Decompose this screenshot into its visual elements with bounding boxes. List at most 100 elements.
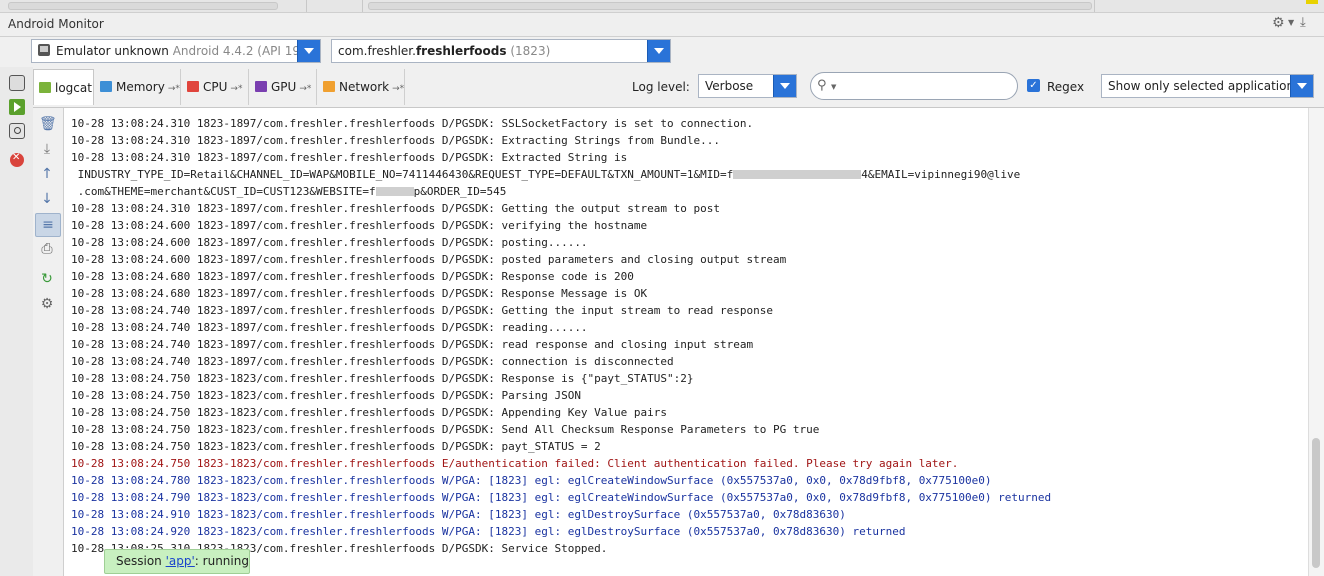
log-text: 10-28 13:08:24.750 1823-1823/com.freshle… [71, 457, 959, 470]
log-level-value: Verbose [705, 79, 754, 93]
log-text: 10-28 13:08:24.680 1823-1897/com.freshle… [71, 270, 634, 283]
device-row: Emulator unknown Android 4.4.2 (API 19) … [0, 37, 1324, 67]
log-line: 10-28 13:08:24.740 1823-1897/com.freshle… [71, 336, 753, 353]
log-text: 10-28 13:08:24.750 1823-1823/com.freshle… [71, 389, 581, 402]
log-line: 10-28 13:08:24.310 1823-1897/com.freshle… [71, 149, 627, 166]
tab-cpu[interactable]: CPU →* [181, 69, 249, 105]
screen-record-icon[interactable] [9, 123, 25, 139]
memory-icon [100, 81, 112, 92]
device-dropdown[interactable]: Emulator unknown Android 4.4.2 (API 19) [31, 39, 321, 63]
network-icon [323, 81, 335, 92]
process-pid: (1823) [510, 44, 551, 58]
tab-label: Network [339, 80, 390, 94]
emulator-icon [38, 44, 50, 56]
editor-scrollbar-right[interactable] [368, 2, 1092, 10]
top-strip [0, 0, 1324, 13]
tab-memory[interactable]: Memory →* [94, 69, 181, 105]
logcat-output[interactable]: 10-28 13:08:24.310 1823-1897/com.freshle… [64, 108, 1308, 576]
down-arrow-icon[interactable]: ↓ [39, 191, 55, 207]
tab-label: Memory [116, 80, 165, 94]
log-text: 10-28 13:08:24.750 1823-1823/com.freshle… [71, 372, 694, 385]
session-app-link[interactable]: 'app' [166, 554, 195, 568]
chevron-down-icon[interactable] [773, 75, 796, 97]
pin-icon[interactable]: →* [168, 84, 180, 94]
divider [362, 0, 363, 12]
pin-icon[interactable]: →* [230, 84, 242, 94]
log-line: 10-28 13:08:24.600 1823-1897/com.freshle… [71, 251, 786, 268]
divider [306, 0, 307, 12]
log-text: 4&EMAIL=vipinnegi90@live [861, 168, 1021, 181]
log-text: 10-28 13:08:24.750 1823-1823/com.freshle… [71, 406, 668, 419]
chevron-down-icon[interactable] [647, 40, 670, 62]
log-line: 10-28 13:08:24.310 1823-1897/com.freshle… [71, 132, 720, 149]
divider [1094, 0, 1095, 12]
tool-window-title-bar: Android Monitor ⚙ ▼ ⤓ [0, 13, 1324, 37]
tab-network[interactable]: Network →* [317, 69, 405, 105]
session-prefix: Session [116, 554, 166, 568]
monitor-tab-row: logcat Memory →* CPU →* GPU →* Network →* Lo… [33, 67, 1324, 108]
log-line: 10-28 13:08:24.740 1823-1897/com.freshle… [71, 353, 674, 370]
chevron-down-icon[interactable]: ▼ [831, 83, 836, 91]
settings-icon[interactable]: ⚙ [39, 296, 55, 312]
log-vertical-scrollbar[interactable] [1308, 108, 1324, 576]
soft-wrap-icon[interactable]: ≡ [35, 213, 61, 237]
chevron-down-icon[interactable] [1290, 75, 1313, 97]
log-text: 10-28 13:08:24.680 1823-1897/com.freshle… [71, 287, 648, 300]
log-text: 10-28 13:08:24.600 1823-1897/com.freshle… [71, 219, 648, 232]
log-text: 10-28 13:08:24.600 1823-1897/com.freshle… [71, 253, 787, 266]
log-line: .com&THEME=merchant&CUST_ID=CUST123&WEBS… [71, 183, 507, 200]
log-text: 10-28 13:08:24.910 1823-1823/com.freshle… [71, 508, 846, 521]
log-text: 10-28 13:08:24.750 1823-1823/com.freshle… [71, 423, 820, 436]
gpu-icon [255, 81, 267, 92]
device-version: Android 4.4.2 (API 19) [172, 44, 305, 58]
scrollbar-thumb[interactable] [1312, 438, 1320, 568]
log-text: 10-28 13:08:24.740 1823-1897/com.freshle… [71, 338, 754, 351]
session-suffix: : running [194, 554, 249, 568]
camera-icon[interactable] [9, 75, 25, 91]
trash-icon[interactable]: 🗑 [39, 116, 57, 132]
chevron-down-icon[interactable] [297, 40, 320, 62]
left-sidebar [0, 67, 34, 576]
editor-marker [1306, 0, 1318, 4]
log-line: 10-28 13:08:24.750 1823-1823/com.freshle… [71, 404, 667, 421]
regex-label: Regex [1047, 80, 1085, 94]
log-line: 10-28 13:08:24.680 1823-1897/com.freshle… [71, 268, 634, 285]
log-line: 10-28 13:08:24.920 1823-1823/com.freshle… [71, 523, 905, 540]
play-icon[interactable] [9, 99, 25, 115]
log-text: 10-28 13:08:24.310 1823-1897/com.freshle… [71, 151, 628, 164]
scroll-to-end-icon[interactable]: ⤓ [39, 141, 55, 157]
log-line: 10-28 13:08:24.310 1823-1897/com.freshle… [71, 115, 753, 132]
regex-checkbox[interactable]: ✓ [1027, 79, 1040, 92]
log-line: 10-28 13:08:24.750 1823-1823/com.freshle… [71, 370, 694, 387]
log-line: 10-28 13:08:24.750 1823-1823/com.freshle… [71, 455, 958, 472]
tab-label: logcat [55, 81, 92, 95]
app-filter-value: Show only selected application [1108, 79, 1295, 93]
print-icon[interactable]: ⎙ [39, 241, 55, 257]
process-dropdown[interactable]: com.freshler.freshlerfoods (1823) [331, 39, 671, 63]
up-arrow-icon[interactable]: ↑ [39, 166, 55, 182]
app-filter-dropdown[interactable]: Show only selected application [1101, 74, 1314, 98]
restart-icon[interactable]: ↻ [39, 271, 55, 287]
chevron-down-icon[interactable]: ▼ [1288, 18, 1294, 27]
tab-label: CPU [203, 80, 228, 94]
hide-window-icon[interactable]: ⤓ [1300, 15, 1306, 30]
redacted-block [733, 170, 862, 179]
tab-gpu[interactable]: GPU →* [249, 69, 317, 105]
editor-scrollbar-left[interactable] [8, 2, 278, 10]
package-name: freshlerfoods [415, 44, 507, 58]
gear-icon[interactable]: ⚙ [1272, 15, 1285, 31]
device-dropdown-value: Emulator unknown Android 4.4.2 (API 19) [38, 44, 305, 58]
pin-icon[interactable]: →* [299, 84, 311, 94]
log-line: 10-28 13:08:24.910 1823-1823/com.freshle… [71, 506, 846, 523]
log-text: 10-28 13:08:24.740 1823-1897/com.freshle… [71, 321, 588, 334]
pin-icon[interactable]: →* [392, 84, 404, 94]
log-text: INDUSTRY_TYPE_ID=Retail&CHANNEL_ID=WAP&M… [71, 168, 734, 181]
process-dropdown-value: com.freshler.freshlerfoods (1823) [338, 44, 550, 58]
log-line: 10-28 13:08:24.310 1823-1897/com.freshle… [71, 200, 720, 217]
stop-icon[interactable] [10, 152, 24, 167]
log-level-dropdown[interactable]: Verbose [698, 74, 797, 98]
log-line: 10-28 13:08:24.750 1823-1823/com.freshle… [71, 438, 601, 455]
search-input[interactable]: ⚲ ▼ [810, 72, 1018, 100]
search-icon[interactable]: ⚲ [817, 78, 827, 93]
tab-logcat[interactable]: logcat [33, 69, 94, 105]
